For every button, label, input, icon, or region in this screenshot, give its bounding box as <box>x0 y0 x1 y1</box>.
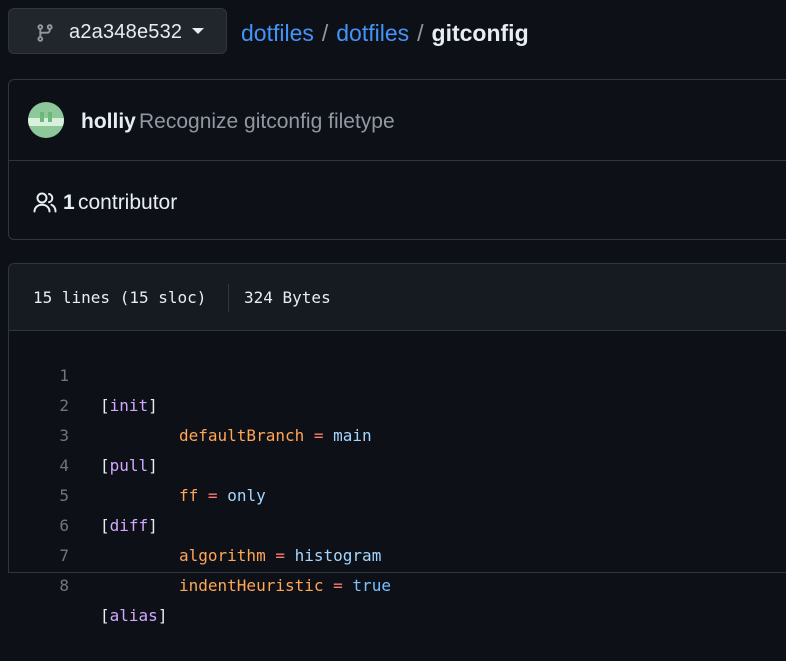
line-content: indentHeuristic = true <box>179 576 391 595</box>
breadcrumb-current-file: gitconfig <box>431 20 529 46</box>
line-content: [alias] <box>100 606 168 625</box>
code-line: 8 [alias] <box>9 541 786 625</box>
commit-author-link[interactable]: holliy <box>81 110 136 134</box>
breadcrumb-separator: / <box>417 20 424 46</box>
breadcrumb-separator: / <box>321 20 329 46</box>
breadcrumb: dotfiles / dotfiles / gitconfig <box>241 18 529 48</box>
file-size: 324 Bytes <box>244 288 331 307</box>
code-line: 5 [diff] <box>9 451 786 535</box>
branch-selector-button[interactable]: a2a348e532 <box>8 8 227 54</box>
file-viewer: 15 lines (15 sloc) 324 Bytes 1 [init] 2 … <box>8 263 786 625</box>
file-header: 15 lines (15 sloc) 324 Bytes <box>9 264 786 331</box>
file-line-count: 15 lines (15 sloc) <box>33 288 207 307</box>
contributor-count: 1 <box>63 191 75 214</box>
avatar-pattern <box>48 112 52 122</box>
code-line: 7 indentHeuristic = true <box>9 511 786 595</box>
contributors-row[interactable]: 1 contributor <box>9 161 786 240</box>
git-branch-icon <box>37 24 53 42</box>
header-divider <box>228 284 229 312</box>
config-value: true <box>352 576 391 595</box>
people-icon <box>33 192 57 213</box>
code-view: 1 [init] 2 defaultBranch = main 3 [pull]… <box>9 331 786 625</box>
config-key: indentHeuristic <box>179 576 324 595</box>
code-line: 1 [init] <box>9 331 786 415</box>
caret-down-icon <box>192 28 204 34</box>
avatar[interactable] <box>28 102 64 138</box>
branch-name: a2a348e532 <box>69 21 183 43</box>
breadcrumb-repo-link[interactable]: dotfiles <box>336 20 409 46</box>
latest-commit-box: holliy Recognize gitconfig filetype 1 co… <box>8 79 786 240</box>
avatar-pattern <box>40 112 44 122</box>
avatar-pattern <box>28 118 64 126</box>
file-navigation-bar: a2a348e532 dotfiles / dotfiles / gitconfig <box>0 0 786 70</box>
breadcrumb-repo-owner-link[interactable]: dotfiles <box>241 20 314 46</box>
section-name: alias <box>109 606 158 625</box>
code-line: 2 defaultBranch = main <box>9 361 786 445</box>
code-line: 6 algorithm = histogram <box>9 481 786 565</box>
latest-commit-row: holliy Recognize gitconfig filetype <box>9 80 786 161</box>
contributor-label: contributor <box>78 191 178 214</box>
code-line: 4 ff = only <box>9 421 786 505</box>
line-number[interactable]: 8 <box>9 571 69 601</box>
commit-message-link[interactable]: Recognize gitconfig filetype <box>139 110 395 134</box>
code-line: 3 [pull] <box>9 391 786 475</box>
